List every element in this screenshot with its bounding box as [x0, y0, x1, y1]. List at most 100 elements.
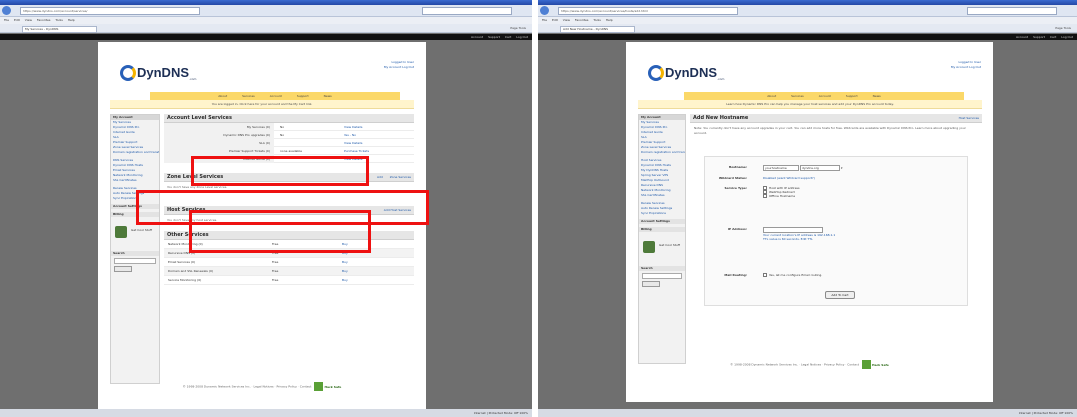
- back-icon[interactable]: [2, 6, 11, 15]
- account-level-title: Account Level Services: [164, 114, 414, 123]
- nav-support[interactable]: Support: [846, 94, 858, 98]
- topbar-support[interactable]: Support: [488, 35, 500, 39]
- highlight-box: [189, 210, 371, 253]
- topbar-cart[interactable]: Cart: [1050, 35, 1056, 39]
- menu-file[interactable]: File: [542, 18, 547, 22]
- browser-search-input[interactable]: [422, 7, 512, 15]
- domain-select[interactable]: dyndns.org: [799, 165, 840, 171]
- left-screenshot: https://www.dyndns.com/account/services/…: [0, 0, 532, 417]
- service-type-label: Service Type:: [724, 186, 747, 190]
- buy-link[interactable]: Buy: [342, 267, 348, 276]
- menu-help[interactable]: Help: [606, 18, 613, 22]
- address-bar: https://www.dyndns.com/account/services/…: [538, 5, 1077, 17]
- site-topbar: Account Support Cart Log Out: [538, 34, 1077, 40]
- menu-view[interactable]: View: [563, 18, 570, 22]
- menu-tools[interactable]: Tools: [593, 18, 600, 22]
- hacker-safe-icon: [861, 360, 871, 369]
- right-screenshot: https://www.dyndns.com/account/services/…: [538, 0, 1077, 417]
- page-footer: © 1998-2008 Dynamic Network Services Inc…: [626, 360, 993, 369]
- menu-view[interactable]: View: [25, 18, 32, 22]
- nav-services[interactable]: Services: [791, 94, 804, 98]
- highlight-box: [191, 156, 369, 186]
- buy-link[interactable]: Buy: [342, 276, 348, 285]
- logo-icon: [648, 64, 664, 81]
- nav-news[interactable]: News: [324, 94, 332, 98]
- page-tools[interactable]: Page Tools: [1055, 26, 1071, 30]
- main-nav: About Services Account Support News: [684, 92, 964, 100]
- browser-tab[interactable]: Add New Hostname - DynDNS: [560, 26, 635, 33]
- sidebar-search-button[interactable]: [642, 281, 660, 287]
- sidebar-search-input[interactable]: [114, 258, 156, 264]
- sidebar-search-title: Search: [111, 251, 159, 256]
- nav-support[interactable]: Support: [297, 94, 309, 98]
- chevron-down-icon[interactable]: ▾: [841, 166, 843, 170]
- sidebar-billing[interactable]: Billing: [639, 227, 685, 232]
- page-content: DynDNS.com Logged In User My Account Log…: [626, 42, 993, 402]
- dyndns-logo[interactable]: DynDNS.com: [648, 62, 724, 81]
- table-row: Email Services (0) Free Buy: [164, 258, 414, 267]
- browser-menu: File Edit View Favorites Tools Help: [538, 17, 1077, 24]
- nav-about[interactable]: About: [767, 94, 776, 98]
- table-row: Domain and SSL Renewals (0) Free Buy: [164, 267, 414, 276]
- nav-services[interactable]: Services: [242, 94, 255, 98]
- menu-file[interactable]: File: [4, 18, 9, 22]
- host-services-link[interactable]: Host Services: [959, 116, 979, 120]
- zone-services-link[interactable]: Zone Services: [390, 175, 411, 179]
- mail-routing-checkbox[interactable]: [763, 273, 767, 277]
- nav-account[interactable]: Account: [819, 94, 831, 98]
- page-tools[interactable]: Page Tools: [510, 26, 526, 30]
- sidebar-item-domain-registration[interactable]: Domain registration and transfer: [111, 150, 159, 155]
- topbar-cart[interactable]: Cart: [505, 35, 511, 39]
- header-account-links: Logged In User My Account Log Out: [384, 60, 414, 70]
- menu-help[interactable]: Help: [68, 18, 75, 22]
- logo-icon: [120, 64, 136, 81]
- radio-offline[interactable]: [763, 194, 767, 198]
- account-sidebar: My Account My Services Dynamic DNS Pro I…: [638, 114, 686, 364]
- zone-add-link[interactable]: Add: [377, 175, 383, 179]
- tab-bar: My Services - DynDNS Page Tools: [0, 24, 532, 33]
- menu-edit[interactable]: Edit: [14, 18, 20, 22]
- menu-edit[interactable]: Edit: [552, 18, 558, 22]
- sidebar-search-button[interactable]: [114, 266, 132, 272]
- gift-icon: [115, 226, 127, 238]
- url-field[interactable]: https://www.dyndns.com/account/services/…: [558, 7, 738, 15]
- address-bar: https://www.dyndns.com/account/services/: [0, 5, 532, 17]
- browser-menu: File Edit View Favorites Tools Help: [0, 17, 532, 24]
- table-row: My Services (0) No View Details: [164, 123, 414, 131]
- browser-tab[interactable]: My Services - DynDNS: [22, 26, 97, 33]
- promo-box[interactable]: Get Cool Stuff: [641, 235, 683, 263]
- sidebar-item-domain-registration[interactable]: Domain registration and transfer: [639, 150, 685, 155]
- gift-icon: [643, 241, 655, 253]
- back-icon[interactable]: [540, 6, 549, 15]
- header-account-links: Logged In User My Account Log Out: [951, 60, 981, 70]
- ttl-link[interactable]: TTL value is 60 seconds. Edit TTL: [763, 237, 835, 241]
- topbar-logout[interactable]: Log Out: [1061, 35, 1073, 39]
- my-account-link[interactable]: My Account Log Out: [951, 65, 981, 70]
- buy-link[interactable]: Buy: [342, 258, 348, 267]
- menu-tools[interactable]: Tools: [55, 18, 62, 22]
- sidebar-search-input[interactable]: [642, 273, 682, 279]
- my-account-link[interactable]: My Account Log Out: [384, 65, 414, 70]
- dyndns-logo[interactable]: DynDNS.com: [120, 62, 196, 81]
- status-bar: Internet | Protected Mode: Off 100%: [0, 409, 532, 417]
- nav-account[interactable]: Account: [270, 94, 282, 98]
- status-bar: Internet | Protected Mode: Off 100%: [538, 409, 1077, 417]
- topbar-account[interactable]: Account: [471, 35, 483, 39]
- nav-about[interactable]: About: [218, 94, 227, 98]
- form-intro: Note: You currently don't have any accou…: [694, 126, 966, 135]
- add-to-cart-button[interactable]: Add To Cart: [825, 291, 855, 299]
- topbar-account[interactable]: Account: [1016, 35, 1028, 39]
- nav-news[interactable]: News: [873, 94, 881, 98]
- topbar-logout[interactable]: Log Out: [516, 35, 528, 39]
- menu-favorites[interactable]: Favorites: [575, 18, 589, 22]
- hostname-label: Hostname:: [728, 165, 747, 169]
- main-nav: About Services Account Support News: [150, 92, 400, 100]
- wildcard-value[interactable]: Disabled (want Wildcard support?): [763, 176, 815, 180]
- notice-bar: You are logged in. Click here for your a…: [110, 100, 414, 109]
- add-hostname-main: Add New Hostname Host Services Note: You…: [690, 114, 982, 344]
- hostname-input[interactable]: yourhostname: [763, 165, 799, 171]
- topbar-support[interactable]: Support: [1033, 35, 1045, 39]
- menu-favorites[interactable]: Favorites: [37, 18, 51, 22]
- browser-search-input[interactable]: [967, 7, 1057, 15]
- url-field[interactable]: https://www.dyndns.com/account/services/: [20, 7, 200, 15]
